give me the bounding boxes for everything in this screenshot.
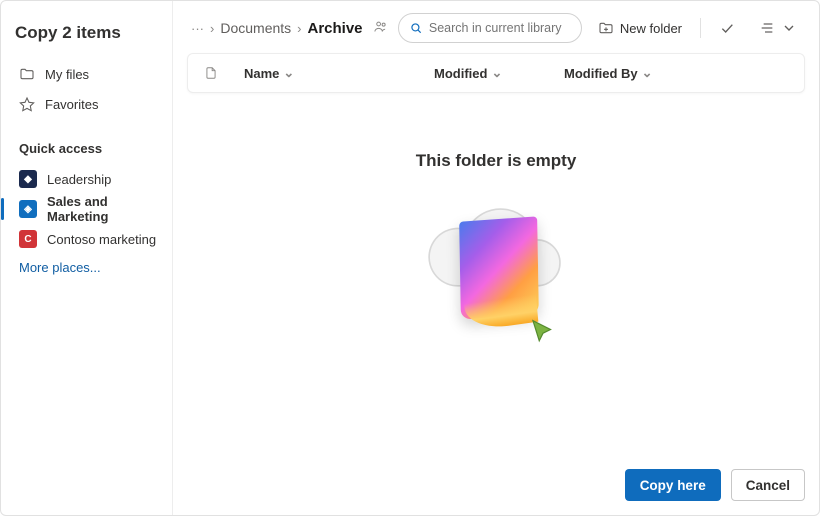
view-options-button[interactable]	[751, 13, 805, 43]
empty-state-title: This folder is empty	[416, 151, 577, 171]
empty-state: This folder is empty	[173, 93, 819, 457]
site-badge-icon: C	[19, 230, 37, 248]
colorful-document-icon	[459, 216, 539, 319]
star-icon	[19, 96, 35, 112]
checkmark-button[interactable]	[711, 13, 743, 43]
breadcrumb-item-documents[interactable]: Documents	[220, 20, 291, 36]
cursor-icon	[528, 317, 558, 347]
quick-access-item-sales-marketing[interactable]: ◈ Sales and Marketing	[13, 194, 164, 224]
breadcrumb-overflow[interactable]: ···	[191, 21, 204, 36]
site-badge-icon: ◈	[19, 200, 37, 218]
chevron-down-icon	[781, 20, 797, 36]
new-folder-button[interactable]: New folder	[590, 13, 690, 43]
table-header: Name ⌄ Modified ⌄ Modified By ⌄	[187, 53, 805, 93]
quick-access-list: ◆ Leadership ◈ Sales and Marketing C Con…	[13, 164, 164, 254]
sidebar-item-label: My files	[45, 67, 89, 82]
breadcrumb: ··· › Documents › Archive	[191, 19, 390, 37]
empty-state-illustration	[416, 189, 576, 349]
site-badge-icon: ◆	[19, 170, 37, 188]
more-places-link[interactable]: More places...	[13, 254, 164, 281]
column-type-icon[interactable]	[204, 65, 244, 81]
sidebar-nav: My files Favorites	[13, 59, 164, 119]
chevron-down-icon: ⌄	[491, 65, 502, 81]
quick-access-item-contoso[interactable]: C Contoso marketing	[13, 224, 164, 254]
sidebar: Copy 2 items My files Favorites Quick ac…	[1, 1, 173, 515]
copy-here-button[interactable]: Copy here	[625, 469, 721, 501]
folder-icon	[19, 66, 35, 82]
quick-access-label: Contoso marketing	[47, 232, 156, 247]
checkmark-icon	[719, 20, 735, 36]
search-icon	[409, 21, 423, 35]
list-view-icon	[759, 20, 775, 36]
toolbar-divider	[700, 18, 701, 38]
column-header-modified-by[interactable]: Modified By ⌄	[564, 65, 788, 81]
new-folder-label: New folder	[620, 21, 682, 36]
toolbar: ··· › Documents › Archive New folder	[173, 1, 819, 53]
copy-items-dialog: Copy 2 items My files Favorites Quick ac…	[0, 0, 820, 516]
sidebar-item-my-files[interactable]: My files	[13, 59, 164, 89]
sidebar-item-label: Favorites	[45, 97, 98, 112]
dialog-footer: Copy here Cancel	[173, 457, 819, 515]
chevron-down-icon: ⌄	[642, 65, 653, 81]
quick-access-label: Leadership	[47, 172, 111, 187]
quick-access-item-leadership[interactable]: ◆ Leadership	[13, 164, 164, 194]
dialog-title: Copy 2 items	[13, 19, 164, 59]
search-box[interactable]	[398, 13, 582, 43]
main-panel: ··· › Documents › Archive New folder	[173, 1, 819, 515]
file-list: Name ⌄ Modified ⌄ Modified By ⌄	[187, 53, 805, 93]
dialog-body: Copy 2 items My files Favorites Quick ac…	[1, 1, 819, 515]
cancel-button[interactable]: Cancel	[731, 469, 805, 501]
quick-access-label: Quick access	[13, 119, 164, 164]
document-icon	[204, 65, 218, 81]
search-input[interactable]	[429, 21, 569, 35]
new-folder-icon	[598, 20, 614, 36]
group-icon	[373, 19, 388, 37]
chevron-right-icon: ›	[297, 21, 301, 36]
column-header-modified[interactable]: Modified ⌄	[434, 65, 564, 81]
breadcrumb-item-archive[interactable]: Archive	[308, 20, 363, 37]
sidebar-item-favorites[interactable]: Favorites	[13, 89, 164, 119]
quick-access-label: Sales and Marketing	[47, 194, 158, 224]
chevron-right-icon: ›	[210, 21, 214, 36]
column-header-name[interactable]: Name ⌄	[244, 65, 434, 81]
chevron-down-icon: ⌄	[283, 65, 294, 81]
